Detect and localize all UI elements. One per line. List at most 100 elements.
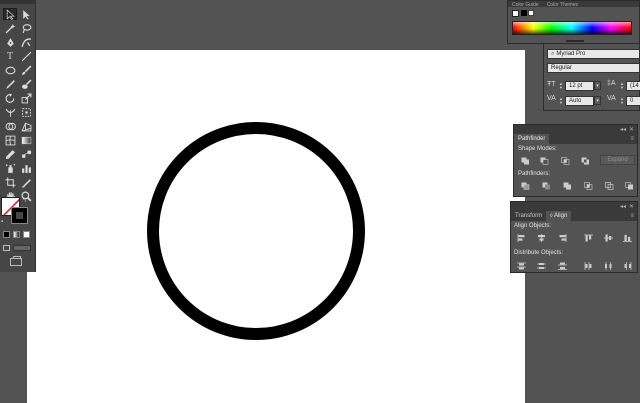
trim-icon[interactable] [541, 181, 551, 190]
align-panel: ◂◂ ✕ Transform ◊ Align ≡ Align Objects: D… [510, 201, 638, 273]
tab-align[interactable]: ◊ Align [546, 211, 572, 221]
perspective-grid-tool-icon[interactable] [19, 120, 33, 132]
tab-color-guide[interactable]: Color Guide [508, 2, 543, 7]
shape-builder-tool-icon[interactable] [3, 120, 17, 132]
tab-transform[interactable]: Transform [511, 211, 546, 221]
vertical-distribute-top-icon[interactable] [516, 261, 526, 270]
toolbar-grip[interactable] [0, 0, 36, 4]
column-graph-tool-icon[interactable] [19, 162, 33, 174]
tab-pathfinder[interactable]: Pathfinder [514, 134, 550, 144]
vertical-align-top-icon[interactable] [583, 233, 593, 242]
artboard-tool-icon[interactable] [3, 176, 17, 188]
leading-field[interactable]: (14 [626, 81, 640, 91]
ellipse-tool-icon[interactable] [3, 64, 17, 76]
font-size-dropdown[interactable]: ▾ [594, 81, 601, 90]
vertical-distribute-bottom-icon[interactable] [557, 261, 567, 270]
none-swatch[interactable] [512, 10, 519, 17]
mesh-tool-icon[interactable] [3, 134, 17, 146]
vertical-distribute-center-icon[interactable] [536, 261, 546, 270]
slice-tool-icon[interactable] [19, 176, 33, 188]
kerning-field[interactable]: Auto [565, 96, 594, 106]
horizontal-distribute-right-icon[interactable] [622, 261, 632, 270]
horizontal-distribute-left-icon[interactable] [583, 261, 593, 270]
collapse-icon[interactable]: ◂◂ [620, 203, 626, 210]
tracking-icon: VA [607, 95, 616, 102]
default-fill-stroke-icon[interactable]: ▪ [1, 219, 3, 225]
kerning-dropdown[interactable]: ▾ [594, 96, 601, 105]
collapse-icon[interactable]: ◂◂ [620, 126, 626, 133]
tracking-field[interactable]: 0 [626, 96, 640, 106]
minus-front-icon[interactable] [539, 156, 549, 165]
outline-icon[interactable] [604, 181, 614, 190]
intersect-icon[interactable] [560, 156, 570, 165]
tools-panel: T ↰ ▪ [0, 0, 36, 272]
eyedropper-tool-icon[interactable] [3, 148, 17, 160]
pencil-tool-icon[interactable] [3, 78, 17, 90]
circle-shape[interactable] [27, 50, 525, 403]
magic-wand-tool-icon[interactable] [3, 22, 17, 34]
pathfinder-panel: ◂◂ ✕ Pathfinder ≡ Shape Modes: Expand Pat… [513, 124, 638, 197]
horizontal-align-center-icon[interactable] [536, 233, 546, 242]
font-size-field[interactable]: 12 pt [565, 81, 594, 91]
lasso-tool-icon[interactable] [19, 22, 33, 34]
swap-fill-stroke-icon[interactable]: ↰ [22, 197, 27, 204]
draw-behind-icon[interactable] [13, 245, 31, 251]
screen-mode-icon[interactable] [10, 256, 22, 266]
rotate-tool-icon[interactable] [3, 92, 17, 104]
gradient-tool-icon[interactable] [19, 134, 33, 146]
horizontal-align-right-icon[interactable] [557, 233, 567, 242]
align-tabs: Transform ◊ Align ≡ [511, 210, 637, 221]
symbol-sprayer-tool-icon[interactable] [3, 162, 17, 174]
width-tool-icon[interactable] [3, 106, 17, 118]
line-segment-tool-icon[interactable] [19, 50, 33, 62]
tab-color-themes[interactable]: Color Themes [543, 2, 582, 7]
expand-button[interactable]: Expand [600, 155, 635, 165]
circle-path[interactable] [147, 122, 365, 340]
artboard[interactable] [27, 50, 525, 403]
stroke-swatch[interactable] [11, 207, 28, 224]
tab-align-label: Align [553, 213, 568, 219]
horizontal-align-left-icon[interactable] [516, 233, 526, 242]
kerning-spinner[interactable]: ▲ ▼ [558, 96, 564, 105]
none-mode-icon[interactable] [23, 231, 30, 238]
close-icon[interactable]: ✕ [629, 126, 634, 133]
panel-menu-icon[interactable]: ≡ [630, 136, 637, 144]
vertical-align-center-icon[interactable] [603, 233, 613, 242]
paintbrush-tool-icon[interactable] [19, 64, 33, 76]
close-icon[interactable]: ✕ [629, 203, 634, 210]
gradient-mode-icon[interactable] [13, 231, 20, 238]
horizontal-distribute-center-icon[interactable] [603, 261, 613, 270]
draw-normal-icon[interactable] [3, 245, 10, 251]
blob-brush-tool-icon[interactable] [19, 78, 33, 90]
font-size-icon: ŦT [547, 81, 556, 88]
color-mode-icon[interactable] [3, 231, 10, 238]
merge-icon[interactable] [562, 181, 572, 190]
tracking-spinner[interactable]: ▲ ▼ [619, 96, 625, 105]
blend-tool-icon[interactable] [19, 148, 33, 160]
direct-selection-tool-icon[interactable] [19, 8, 33, 20]
curvature-tool-icon[interactable] [19, 36, 33, 48]
black-swatch[interactable] [521, 10, 527, 16]
leading-spinner[interactable]: ▲ ▼ [619, 81, 625, 90]
font-style-value: Regular [551, 65, 573, 71]
font-size-value: 12 pt [569, 83, 583, 89]
type-tool-icon[interactable]: T [3, 50, 17, 62]
free-transform-tool-icon[interactable] [19, 106, 33, 118]
font-style-field[interactable]: Regular [547, 63, 640, 73]
scale-tool-icon[interactable] [19, 92, 33, 104]
crop-icon[interactable] [583, 181, 593, 190]
panel-resize-handle[interactable] [566, 40, 584, 42]
vertical-align-bottom-icon[interactable] [622, 233, 632, 242]
panel-menu-icon[interactable]: ≡ [630, 213, 637, 221]
pen-tool-icon[interactable] [3, 36, 17, 48]
selection-tool-icon[interactable] [3, 8, 17, 20]
font-family-field[interactable]: ⌕ Myriad Pro [547, 49, 640, 59]
color-spectrum[interactable] [512, 21, 632, 35]
unite-icon[interactable] [520, 156, 530, 165]
tracking-value: 0 [630, 98, 634, 104]
exclude-icon[interactable] [580, 156, 590, 165]
divide-icon[interactable] [520, 181, 530, 190]
font-size-spinner[interactable]: ▲ ▼ [558, 81, 564, 90]
minus-back-icon[interactable] [624, 181, 634, 190]
white-swatch[interactable] [528, 10, 534, 16]
